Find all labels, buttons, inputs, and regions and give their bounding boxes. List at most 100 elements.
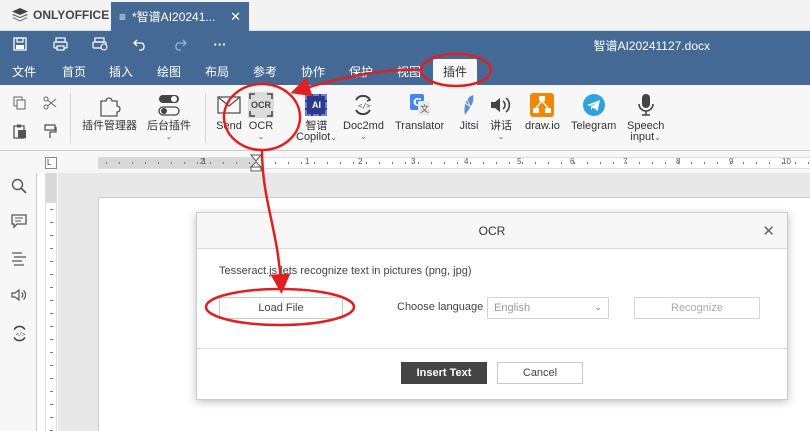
speech-button[interactable]: 讲话 ⌄ — [488, 92, 514, 141]
headings-icon[interactable] — [10, 249, 28, 267]
paste-icon[interactable] — [11, 122, 29, 140]
menu-references[interactable]: 参考 — [253, 63, 277, 80]
menu-view[interactable]: 视图 — [397, 63, 421, 80]
ruler-tick — [353, 162, 354, 164]
language-select[interactable]: English ⌄ — [487, 297, 609, 319]
ruler-tick — [210, 162, 211, 164]
ruler-tick — [782, 162, 783, 164]
ruler-tick — [470, 162, 471, 164]
drawio-button[interactable]: draw.io — [525, 92, 560, 132]
plugins-toolbar: 插件管理器 后台插件 ⌄ Send OCR OCR ⌄ AI 智谱 Copilo… — [0, 85, 810, 151]
recognize-button[interactable]: Recognize — [634, 297, 760, 319]
search-icon[interactable] — [10, 177, 28, 195]
ruler-tick — [119, 162, 120, 164]
insert-text-button[interactable]: Insert Text — [401, 362, 487, 384]
ruler-tick — [600, 162, 601, 164]
ruler-tick — [236, 162, 237, 164]
doc2md-button[interactable]: </> Doc2md ⌄ — [343, 92, 384, 141]
close-icon[interactable]: ✕ — [762, 222, 775, 240]
menu-plugins[interactable]: 插件 — [433, 59, 478, 85]
quick-print-icon[interactable] — [92, 36, 108, 52]
drawio-label: draw.io — [525, 120, 560, 132]
menu-insert[interactable]: 插入 — [109, 63, 133, 80]
ruler-tick — [50, 209, 53, 210]
menu-draw[interactable]: 绘图 — [157, 63, 181, 80]
chevron-down-icon: ⌄ — [497, 132, 505, 141]
envelope-icon — [216, 92, 242, 118]
microphone-icon — [633, 92, 659, 118]
ocr-plugin-button[interactable]: OCR OCR ⌄ — [248, 92, 274, 141]
doc2md-icon[interactable]: </> — [10, 324, 28, 342]
ruler-number: 4 — [464, 157, 469, 166]
close-tab-icon[interactable]: ✕ — [230, 9, 241, 25]
ruler-number: 10 — [782, 157, 791, 166]
save-icon[interactable] — [12, 36, 28, 52]
format-painter-icon[interactable] — [41, 122, 59, 140]
ruler-tick — [262, 162, 263, 164]
jitsi-label: Jitsi — [459, 120, 479, 132]
ruler-tick — [50, 222, 53, 223]
ruler-tick — [756, 162, 757, 164]
plugin-manager-button[interactable]: 插件管理器 — [82, 92, 137, 132]
document-title: 智谱AI20241127.docx — [593, 39, 710, 53]
ruler-tick — [50, 378, 53, 379]
zhipu-copilot-button[interactable]: AI 智谱 Copilot⌄ — [296, 92, 337, 143]
translator-button[interactable]: G文 Translator — [395, 92, 444, 132]
telegram-button[interactable]: Telegram — [571, 92, 616, 132]
load-file-button[interactable]: Load File — [219, 297, 343, 319]
speaker-icon — [488, 92, 514, 118]
menu-protection[interactable]: 保护 — [349, 63, 373, 80]
ruler-tick — [626, 162, 627, 164]
menu-file[interactable]: 文件 — [12, 63, 36, 80]
undo-icon[interactable] — [132, 36, 148, 52]
ruler-tick — [613, 162, 614, 164]
print-icon[interactable] — [52, 36, 68, 52]
vertical-ruler[interactable] — [45, 173, 57, 431]
ruler-tick — [652, 162, 653, 164]
telegram-icon — [581, 92, 607, 118]
dialog-header: OCR ✕ — [197, 213, 787, 249]
ruler-tick — [314, 162, 315, 164]
menu-collaboration[interactable]: 协作 — [301, 63, 325, 80]
menu-layout[interactable]: 布局 — [205, 63, 229, 80]
document-tab[interactable]: ≡ *智谱AI20241... ✕ — [111, 2, 249, 31]
menu-home[interactable]: 首页 — [62, 63, 86, 80]
ruler-tick — [145, 162, 146, 164]
ruler-tick — [50, 287, 53, 288]
cancel-button[interactable]: Cancel — [497, 362, 583, 384]
ruler-tick — [691, 162, 692, 164]
ruler-tick — [158, 162, 159, 164]
left-sidebar: </> — [0, 173, 37, 431]
horizontal-ruler[interactable]: 2112345678910 — [98, 157, 810, 169]
svg-text:</>: </> — [358, 102, 371, 110]
comment-icon[interactable] — [10, 212, 28, 230]
puzzle-icon — [97, 92, 123, 118]
ruler-number: 1 — [202, 157, 207, 166]
ai-chip-icon: AI — [303, 92, 329, 118]
ruler-tick — [50, 300, 53, 301]
ruler-tick — [769, 162, 770, 164]
drawio-icon — [529, 92, 555, 118]
more-options-icon[interactable]: ··· — [212, 36, 228, 52]
send-plugin-button[interactable]: Send — [216, 92, 242, 132]
ruler-number: 5 — [517, 157, 522, 166]
ruler-tick — [639, 162, 640, 164]
speech-icon[interactable] — [10, 286, 28, 304]
redo-icon[interactable] — [172, 36, 188, 52]
ruler-number: 2 — [358, 157, 363, 166]
copy-icon[interactable] — [11, 94, 29, 112]
toggle-switch-icon — [156, 92, 182, 118]
indent-marker-icon[interactable] — [250, 154, 262, 172]
jitsi-button[interactable]: Jitsi — [456, 92, 482, 132]
ruler-tick — [50, 326, 53, 327]
ruler-tick — [418, 162, 419, 164]
ruler-tick — [535, 162, 536, 164]
speech-input-button[interactable]: Speech input⌄ — [627, 92, 664, 143]
ruler-tick — [340, 162, 341, 164]
tab-stop-selector[interactable]: L — [45, 157, 57, 169]
svg-text:</>: </> — [15, 331, 25, 337]
background-plugins-button[interactable]: 后台插件 ⌄ — [147, 92, 191, 141]
ruler-tick — [444, 162, 445, 164]
cut-icon[interactable] — [41, 94, 59, 112]
ruler-tick — [50, 235, 53, 236]
